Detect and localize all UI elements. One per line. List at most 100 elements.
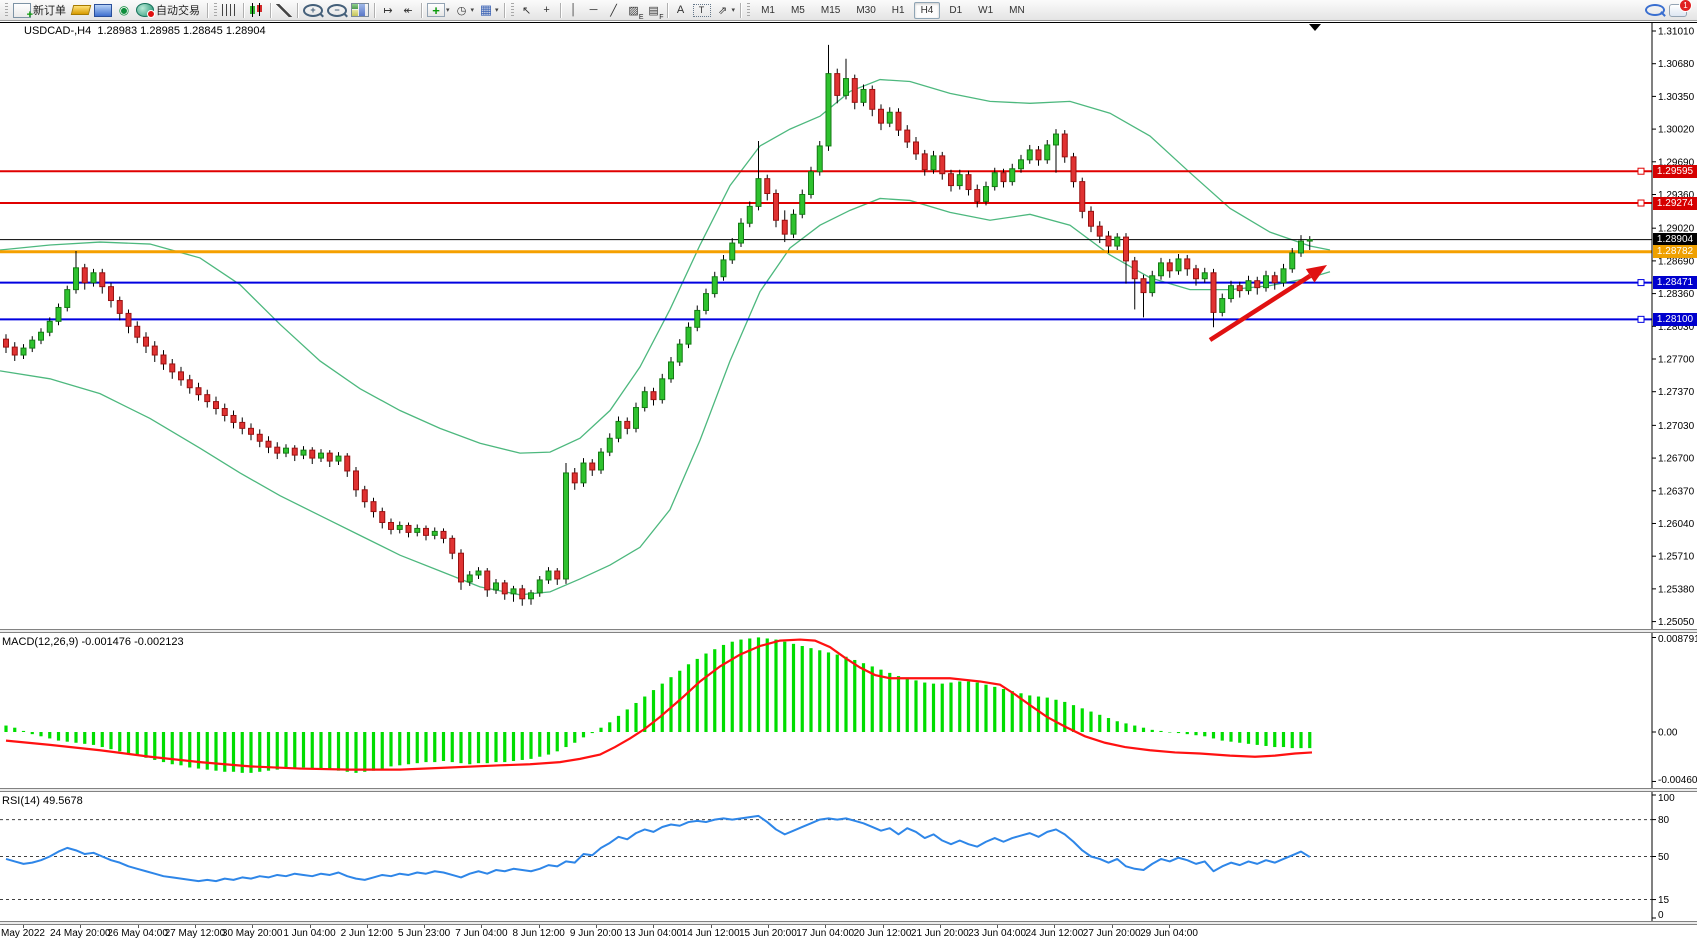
dropdown-caret-icon[interactable]: ▾ (446, 6, 450, 14)
toolbar-grip[interactable] (747, 3, 750, 17)
svg-text:0.00: 0.00 (1658, 728, 1678, 739)
time-axis-label: 27 May 12:00 (165, 928, 226, 939)
time-axis-tick (80, 925, 81, 928)
chart-shift-marker[interactable] (1309, 24, 1321, 31)
time-axis-label: 21 Jun 20:00 (911, 928, 969, 939)
time-axis-tick (1169, 925, 1170, 928)
line-chart-icon[interactable] (276, 4, 292, 17)
new-order-label[interactable]: 新订单 (33, 2, 66, 18)
history-center-icon[interactable] (71, 5, 91, 15)
toolbar-separator (243, 3, 244, 18)
shapes-icon[interactable]: ⇗ (715, 2, 731, 18)
svg-text:80: 80 (1658, 815, 1670, 826)
timeframe-W1[interactable]: W1 (971, 2, 1000, 19)
dropdown-caret-icon[interactable]: ▾ (495, 6, 499, 14)
symbol-period: USDCAD-,H4 (24, 25, 91, 37)
toolbar-separator (421, 3, 422, 18)
macd-label: MACD(12,26,9) -0.001476 -0.002123 (2, 636, 184, 648)
timeframe-M5[interactable]: M5 (784, 2, 812, 19)
search-icon[interactable] (1645, 4, 1665, 16)
toolbar-grip[interactable] (214, 3, 217, 17)
toolbar-grip[interactable] (5, 3, 8, 17)
timeframe-M30[interactable]: M30 (849, 2, 882, 19)
macd-signal-value: -0.002123 (134, 636, 184, 648)
price-level-badge: 1.28782 (1653, 245, 1697, 258)
signals-icon[interactable]: ◉ (116, 2, 132, 18)
candlestick-chart-icon[interactable] (249, 3, 265, 17)
auto-trading-icon[interactable] (136, 3, 154, 17)
rsi-axis[interactable]: 1008050150 (1652, 792, 1675, 921)
equidistant-channel-icon-letter: E (639, 14, 644, 21)
time-axis-label: 7 Jun 04:00 (455, 928, 507, 939)
horizontal-line-icon[interactable]: ─ (586, 2, 602, 18)
svg-text:0.008791: 0.008791 (1658, 634, 1697, 645)
timeframe-M1[interactable]: M1 (754, 2, 782, 19)
new-order-icon[interactable] (13, 3, 31, 18)
macd-name: MACD(12,26,9) (2, 636, 78, 648)
svg-text:15: 15 (1658, 895, 1670, 906)
time-axis-label: 29 Jun 04:00 (1140, 928, 1198, 939)
auto-scroll-icon[interactable]: ↞ (400, 2, 416, 18)
market-watch-icon[interactable] (94, 4, 112, 17)
time-axis-tick (1054, 925, 1055, 928)
time-axis-label: 23 Jun 04:00 (968, 928, 1026, 939)
timeframe-D1[interactable]: D1 (942, 2, 969, 19)
macd-axis[interactable]: 0.0087910.00-0.004601 (1652, 633, 1697, 788)
timeframe-MN[interactable]: MN (1002, 2, 1032, 19)
time-axis-label: 13 Jun 04:00 (624, 928, 682, 939)
rsi-name: RSI(14) (2, 795, 40, 807)
tile-windows-icon[interactable] (351, 3, 369, 17)
timeframe-H1[interactable]: H1 (885, 2, 912, 19)
text-label-icon[interactable]: T (693, 4, 711, 17)
price-chart-canvas[interactable]: 1.310101.306801.303501.300201.296901.293… (0, 22, 1697, 629)
vertical-line-icon[interactable]: │ (566, 2, 582, 18)
rsi-chart-canvas[interactable]: 1008050150 (0, 792, 1697, 921)
time-axis-tick (195, 925, 196, 928)
time-axis-label: 9 Jun 20:00 (570, 928, 622, 939)
toolbar-grip[interactable] (511, 3, 514, 17)
time-axis-tick (997, 925, 998, 928)
svg-text:1.25050: 1.25050 (1658, 617, 1695, 628)
svg-text:1.30350: 1.30350 (1658, 92, 1695, 103)
time-axis-label: 14 Jun 12:00 (682, 928, 740, 939)
time-axis-label: May 2022 (1, 928, 45, 939)
mt4-window: 新订单◉自动交易+−↦↞+▾◷▾▦▾↖+│─╱▨E▤FAT⇗▾M1M5M15M3… (0, 0, 1697, 940)
price-level-badge: 1.29274 (1653, 197, 1697, 210)
bar-chart-icon[interactable] (222, 4, 238, 16)
time-axis[interactable]: May 202224 May 20:0026 May 04:0027 May 1… (0, 925, 1697, 940)
timeframe-M15[interactable]: M15 (814, 2, 847, 19)
price-level-badge: 1.29595 (1653, 165, 1697, 178)
rsi-line (6, 816, 1310, 881)
cursor-icon[interactable]: ↖ (519, 2, 535, 18)
time-axis-label: 27 Jun 20:00 (1083, 928, 1141, 939)
fibonacci-icon[interactable]: ▤F (646, 2, 662, 18)
dropdown-caret-icon[interactable]: ▾ (471, 6, 475, 14)
shift-end-icon[interactable]: ↦ (380, 2, 396, 18)
zoom-out-icon[interactable]: − (327, 4, 347, 17)
zoom-in-icon[interactable]: + (303, 4, 323, 17)
ohlc-values: 1.28983 1.28985 1.28845 1.28904 (97, 25, 265, 37)
time-axis-tick (539, 925, 540, 928)
add-indicator-icon[interactable]: + (427, 3, 445, 17)
crosshair-icon[interactable]: + (539, 2, 555, 18)
equidistant-channel-icon[interactable]: ▨E (626, 2, 642, 18)
chat-icon[interactable]: 1 (1669, 4, 1687, 17)
current-price-badge: 1.28904 (1653, 233, 1697, 246)
trendline-icon[interactable]: ╱ (606, 2, 622, 18)
text-icon[interactable]: A (673, 2, 689, 18)
periods-icon[interactable]: ◷ (454, 2, 470, 18)
auto-trading-label[interactable]: 自动交易 (156, 2, 200, 18)
svg-text:1.25380: 1.25380 (1658, 584, 1695, 595)
time-axis-tick (711, 925, 712, 928)
macd-chart-canvas[interactable]: 0.0087910.00-0.004601 (0, 633, 1697, 788)
time-axis-tick (883, 925, 884, 928)
svg-text:1.25710: 1.25710 (1658, 552, 1695, 563)
dropdown-caret-icon[interactable]: ▾ (732, 6, 736, 14)
notification-badge[interactable]: 1 (1679, 0, 1692, 12)
templates-icon[interactable]: ▦ (478, 2, 494, 18)
toolbar-separator (207, 3, 208, 18)
time-axis-tick (481, 925, 482, 928)
svg-text:1.26370: 1.26370 (1658, 486, 1695, 497)
price-level-lines[interactable] (0, 168, 1652, 322)
timeframe-H4[interactable]: H4 (914, 2, 941, 19)
